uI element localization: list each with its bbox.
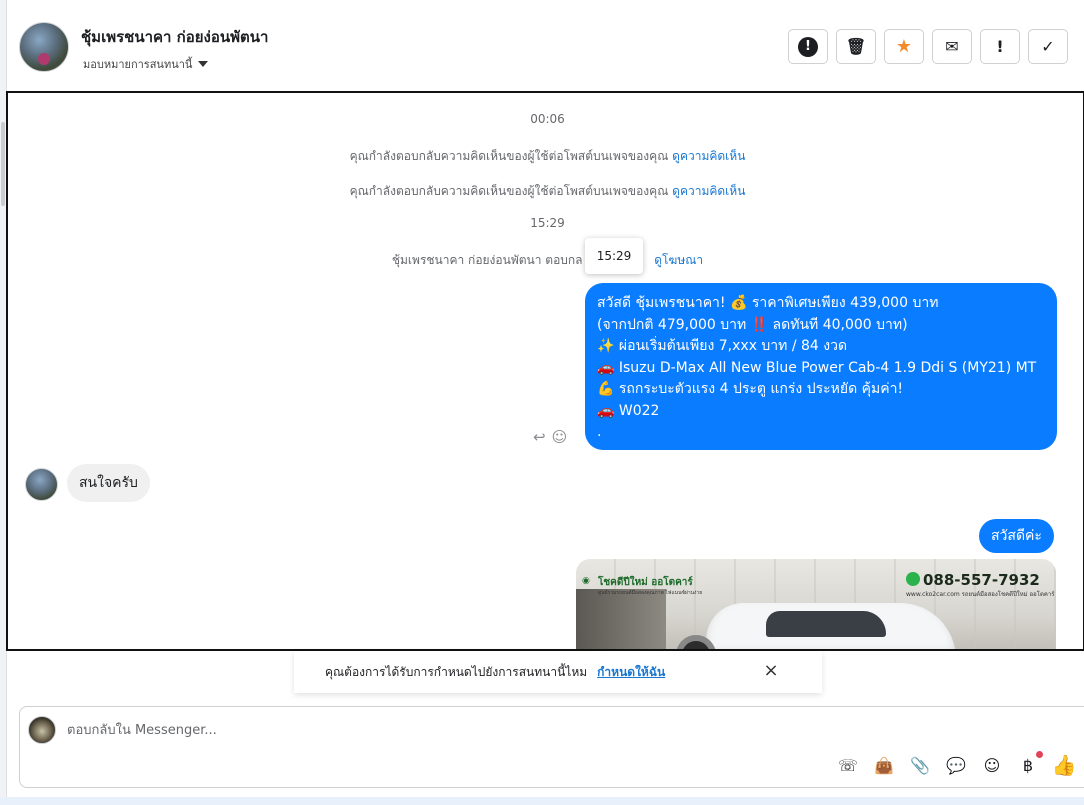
dealer-logo-icon: ◉ [582,576,590,586]
timestamp: 00:06 [530,112,565,126]
like-icon[interactable]: 👍 [1052,753,1077,777]
done-button[interactable]: ✓ [1028,29,1068,64]
system-message-text: คุณกำลังตอบกลับความคิดเห็นของผู้ใช้ต่อโพ… [349,149,669,163]
view-ad-link[interactable]: ดูโฆษณา [654,253,703,267]
message-line: สวัสดี ชุ้มเพรชนาคา! 💰 ราคาพิเศษเพียง 43… [597,295,939,311]
contact-name[interactable]: ชุ้มเพรชนาคา ก่อยง่อนพัตนา [81,25,268,49]
payment-icon: ฿ [1022,755,1034,775]
system-message-text: ชุ้มเพรชนาคา ก่อยง่อนพัตนา ตอบกล [391,253,583,267]
star-button[interactable]: ★ [884,29,924,64]
check-icon: ✓ [1041,36,1055,56]
exclamation-icon: ! [996,36,1004,56]
car-photo-message[interactable]: ◉ โชคดีปีใหม่ ออโตคาร์ ศูนย์รวมรถยนต์มือ… [576,559,1056,649]
payment-button[interactable]: ฿ [1017,751,1043,776]
mark-unread-button[interactable]: ✉ [932,29,972,64]
contact-avatar[interactable] [19,22,69,72]
assign-conversation-dropdown[interactable]: มอบหมายการสนทนานี้ [83,55,209,73]
alert-button[interactable]: ! [788,29,828,64]
view-comment-link[interactable]: ดูความคิดเห็น [672,149,745,163]
message-line: 🚗 Isuzu D-Max All New Blue Power Cab-4 1… [597,359,1037,376]
delete-button[interactable]: 🗑 [836,29,876,64]
assign-to-me-link[interactable]: กำหนดให้ฉัน [597,663,665,682]
conversation-header: ชุ้มเพรชนาคา ก่อยง่อนพัตนา มอบหมายการสนท… [7,0,1084,92]
system-message: คุณกำลังตอบกลับความคิดเห็นของผู้ใช้ต่อโพ… [8,147,1083,166]
message-line: 💪 รถกระบะตัวแรง 4 ประตู แกร่ง ประหยัด คุ… [597,381,904,397]
envelope-icon: ✉ [945,36,959,56]
star-icon: ★ [895,35,913,57]
composer-tools: ☏ 👜 📎 💬 ☺ ฿ 👍 [837,751,1077,777]
system-message: คุณกำลังตอบกลับความคิดเห็นของผู้ใช้ต่อโพ… [8,182,1083,201]
caret-down-icon [198,61,209,67]
view-comment-link[interactable]: ดูความคิดเห็น [672,184,745,198]
scroll-thumb[interactable] [1,122,5,206]
call-icon[interactable]: ☏ [837,754,859,776]
message-line: . [597,424,602,440]
message-thread[interactable]: 00:06 คุณกำลังตอบกลับความคิดเห็นของผู้ใช… [6,91,1084,651]
message-line: (จากปกติ 479,000 บาท ‼️ ลดทันที 40,000 บ… [597,316,908,333]
dealer-website: www.cko2car.com รถยนต์มือสองโชคดีปีใหม่ … [906,591,1055,598]
outgoing-ad-message[interactable]: สวัสดี ชุ้มเพรชนาคา! 💰 ราคาพิเศษเพียง 43… [585,283,1057,450]
reply-input[interactable] [67,719,767,741]
follow-up-button[interactable]: ! [980,29,1020,64]
contact-avatar-small[interactable] [25,468,58,501]
message-line: ✨ ผ่อนเริ่มต้นเพียง 7,xxx บาท / 84 งวด [597,338,848,354]
incoming-message[interactable]: สนใจครับ [67,464,150,502]
timestamp: 15:29 [530,216,565,230]
assign-prompt-text: คุณต้องการได้รับการกำหนดไปยังการสนทนานี้… [325,664,588,679]
trash-icon: 🗑 [845,36,867,56]
notification-dot [1036,751,1043,758]
reply-icon[interactable]: ↩ [533,428,546,446]
assign-prompt-banner: คุณต้องการได้รับการกำหนดไปยังการสนทนานี้… [294,651,822,693]
assign-label: มอบหมายการสนทนานี้ [83,58,193,71]
whatsapp-icon [906,572,920,586]
message-actions: ↩ ☺ [533,428,567,446]
saved-replies-icon[interactable]: 💬 [945,754,967,776]
system-message: ชุ้มเพรชนาคา ก่อยง่อนพัตนา ตอบกล ดูโฆษณา [8,251,1083,270]
close-icon[interactable]: × [761,661,781,681]
header-toolbar: ! 🗑 ★ ✉ ! ✓ [788,29,1068,64]
system-message-text: คุณกำลังตอบกลับความคิดเห็นของผู้ใช้ต่อโพ… [349,184,669,198]
dealer-tagline: ศูนย์รวมรถยนต์มือสองคุณภาพ ไฟแนนซ์ผ่านง่… [598,590,703,596]
emoji-icon[interactable]: ☺ [981,754,1003,776]
time-tooltip: 15:29 [585,238,643,274]
react-emoji-icon[interactable]: ☺ [552,428,568,446]
alert-circle-icon: ! [798,36,818,57]
attach-icon[interactable]: 📎 [909,754,931,776]
messenger-inbox: ชุ้มเพรชนาคา ก่อยง่อนพัตนา มอบหมายการสนท… [0,0,1084,805]
message-line: 🚗 W022 [597,402,660,419]
bottom-strip [0,797,1084,805]
page-avatar [28,716,56,744]
dealer-name: โชคดีปีใหม่ ออโตคาร์ [598,577,693,588]
shop-bag-icon[interactable]: 👜 [873,754,895,776]
outgoing-message[interactable]: สวัสดีค่ะ [979,519,1054,553]
message-composer: ☏ 👜 📎 💬 ☺ ฿ 👍 [19,706,1084,788]
dealer-phone: 088-557-7932 [906,571,1040,589]
